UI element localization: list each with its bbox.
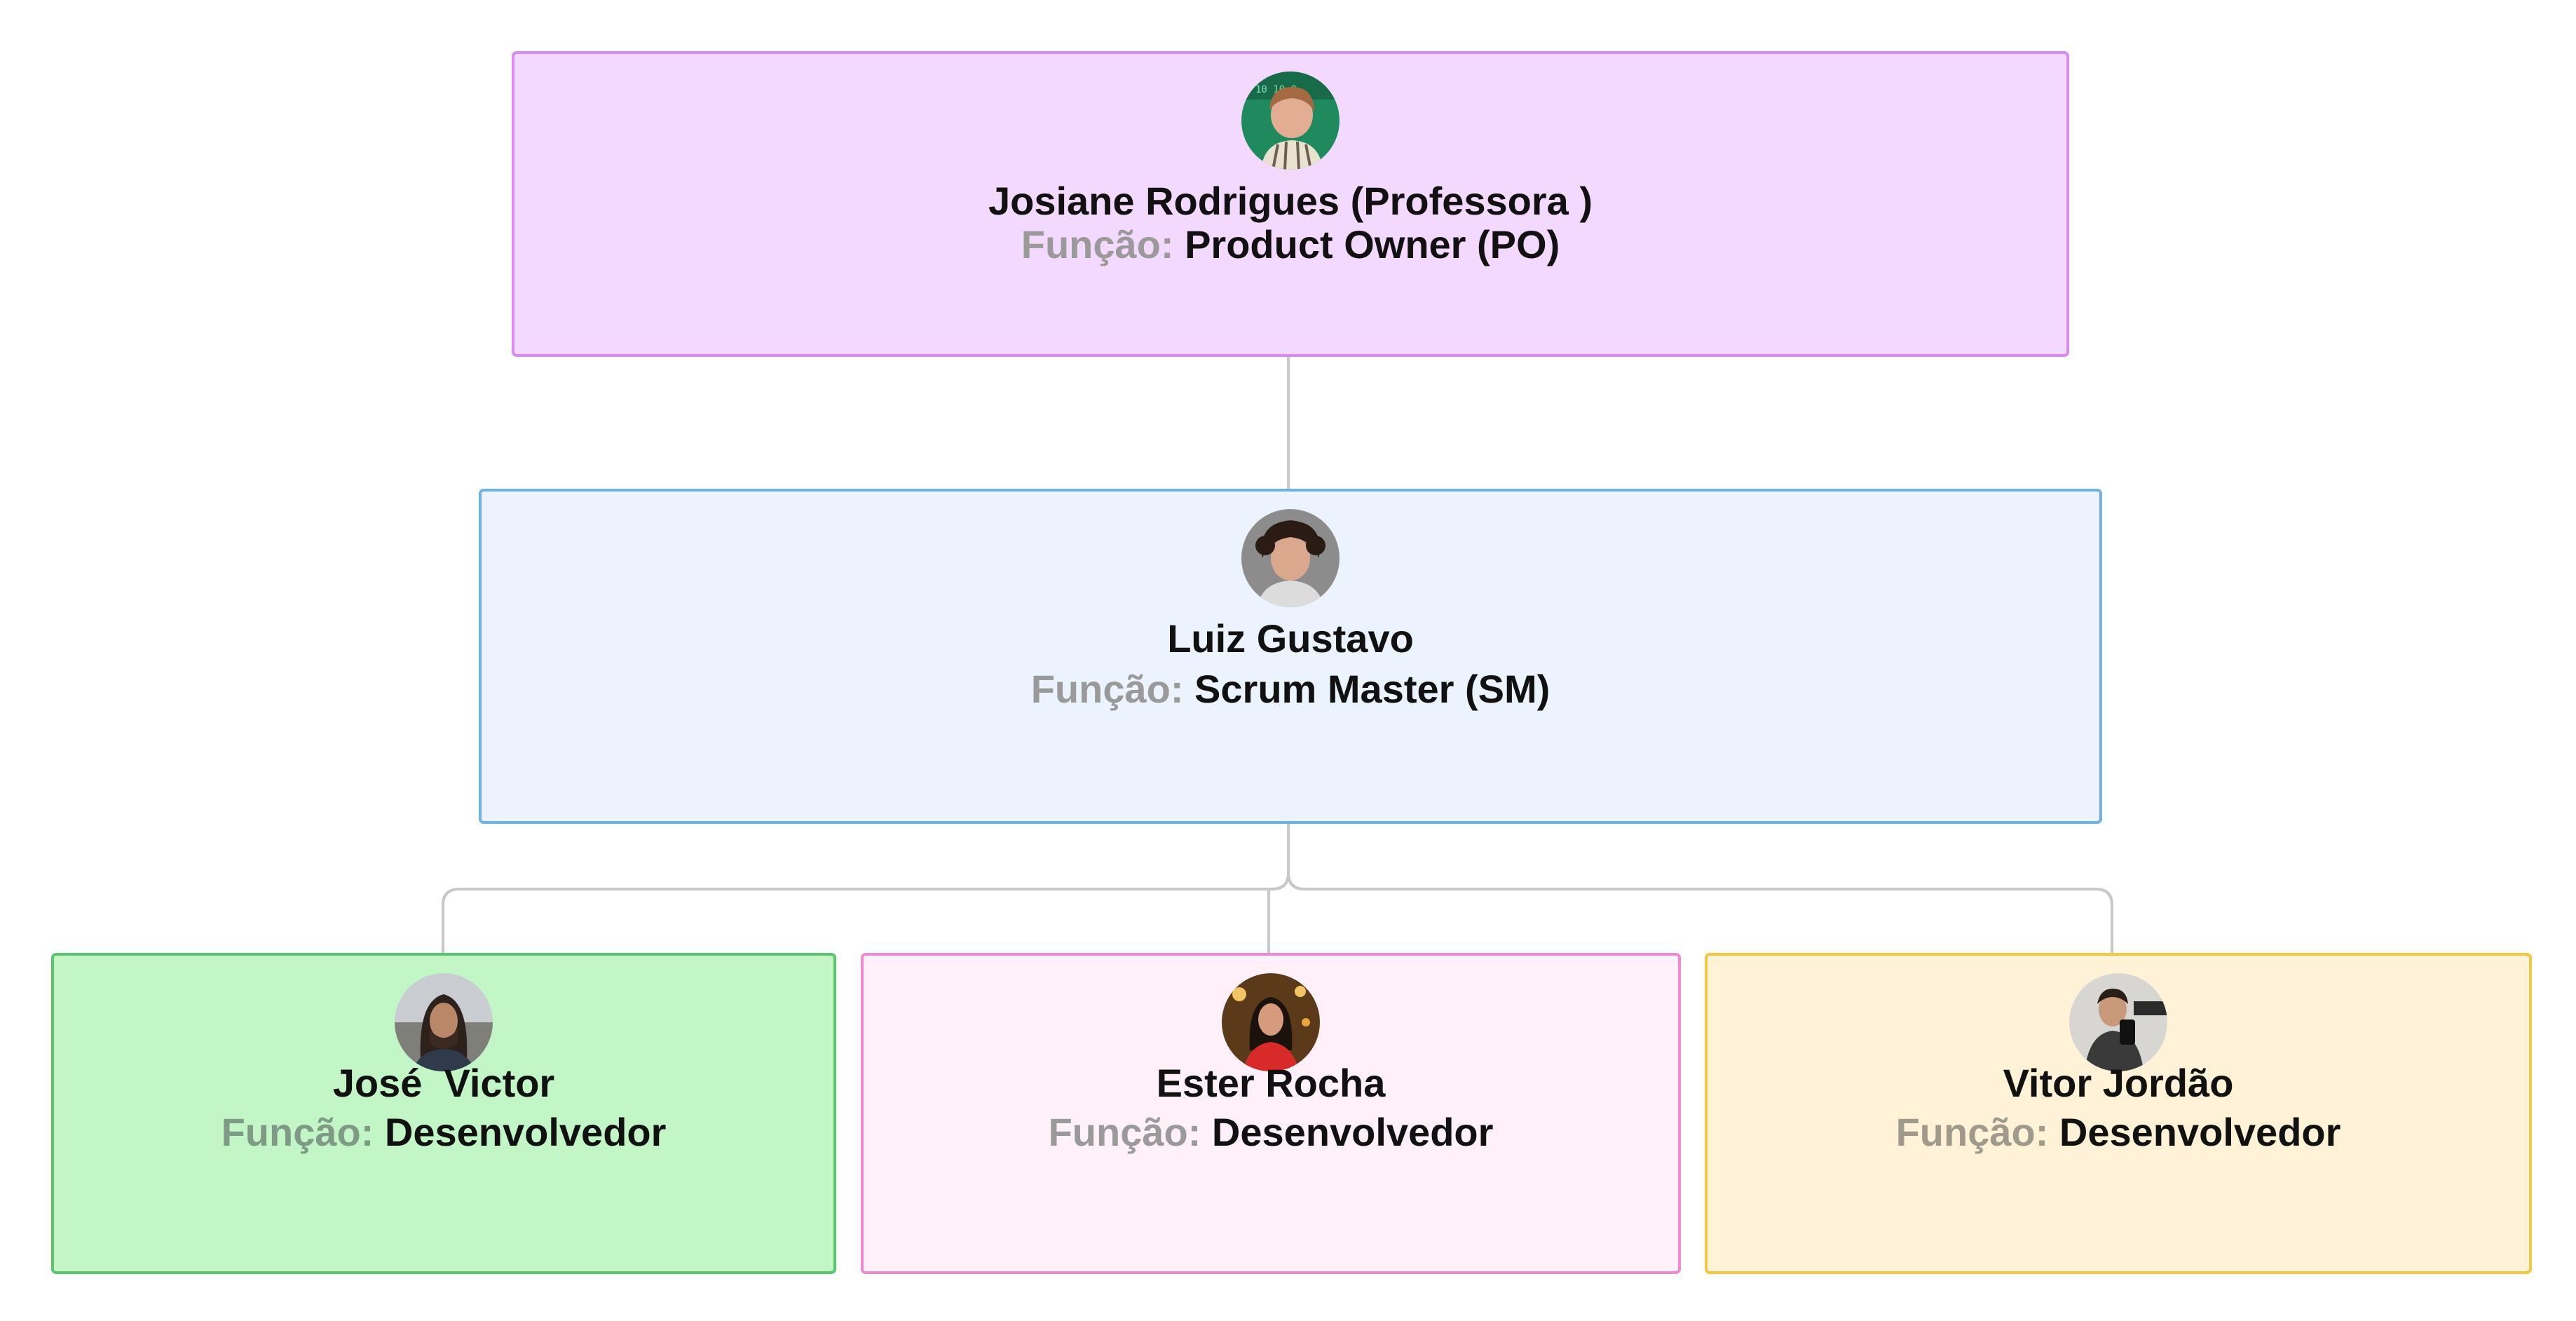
role-label: Função: [1048, 1110, 1201, 1154]
name-developer-vitor: Vitor Jordão [2003, 1061, 2234, 1105]
name-scrum-master: Luiz Gustavo [1167, 616, 1414, 660]
org-chart: 10 10 0 Josiane Rodrigues (Professora ) … [0, 0, 2576, 1321]
card-developer-jose[interactable]: José Victor Função: Desenvolvedor [51, 953, 836, 1274]
role-developer-vitor: Função: Desenvolvedor [1708, 1110, 2529, 1155]
role-label: Função: [1021, 222, 1174, 266]
avatar-vitor [2069, 973, 2167, 1071]
name-product-owner: Josiane Rodrigues (Professora ) [988, 179, 1593, 223]
role-scrum-master: Função: Scrum Master (SM) [482, 667, 2099, 712]
role-label: Função: [1030, 667, 1184, 711]
avatar-ester [1222, 973, 1320, 1071]
name-developer-ester: Ester Rocha [1156, 1061, 1386, 1105]
role-value: Desenvolvedor [1211, 1110, 1494, 1154]
role-product-owner: Função: Product Owner (PO) [514, 222, 2066, 267]
name-developer-jose: José Victor [332, 1061, 555, 1105]
avatar-josiane: 10 10 0 [1241, 72, 1340, 170]
card-developer-vitor[interactable]: Vitor Jordão Função: Desenvolvedor [1705, 953, 2532, 1274]
role-label: Função: [1895, 1110, 2049, 1154]
role-developer-ester: Função: Desenvolvedor [864, 1110, 1678, 1155]
role-developer-jose: Função: Desenvolvedor [54, 1110, 833, 1155]
role-value: Product Owner (PO) [1185, 222, 1560, 266]
role-value: Desenvolvedor [384, 1110, 667, 1154]
connector-sm-to-devs [442, 824, 2113, 953]
role-value: Desenvolvedor [2059, 1110, 2341, 1154]
avatar-jose [395, 973, 493, 1071]
card-developer-ester[interactable]: Ester Rocha Função: Desenvolvedor [861, 953, 1681, 1274]
card-product-owner[interactable]: 10 10 0 Josiane Rodrigues (Professora ) … [512, 51, 2069, 357]
avatar-luiz [1241, 509, 1340, 607]
card-scrum-master[interactable]: Luiz Gustavo Função: Scrum Master (SM) [479, 489, 2102, 824]
role-label: Função: [221, 1110, 374, 1154]
role-value: Scrum Master (SM) [1194, 667, 1551, 711]
